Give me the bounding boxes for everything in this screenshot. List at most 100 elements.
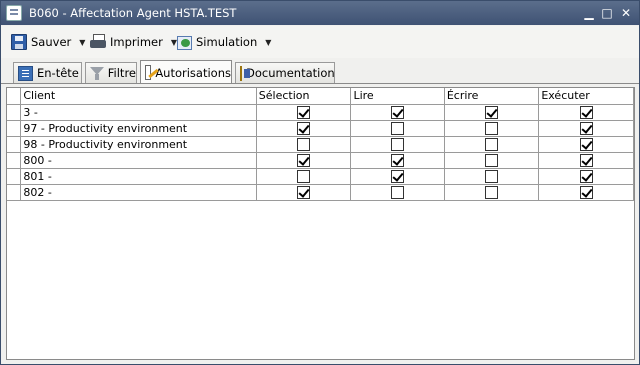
title-bar: B060 - Affectation Agent HSTA.TEST ▁ □ ✕ <box>1 1 639 25</box>
executer-checkbox[interactable] <box>579 185 593 199</box>
selection-cell <box>255 151 352 169</box>
table-row[interactable]: 3 - <box>7 103 634 121</box>
selection-cell <box>255 103 352 121</box>
lire-checkbox[interactable] <box>391 169 405 183</box>
row-header[interactable] <box>7 103 22 121</box>
minimize-button[interactable]: ▁ <box>582 6 596 20</box>
ecrire-cell <box>443 183 540 201</box>
row-header[interactable] <box>7 167 22 185</box>
row-header[interactable] <box>7 135 22 153</box>
client-cell[interactable]: 98 - Productivity environment <box>20 135 257 153</box>
print-button[interactable]: Imprimer ▼ <box>90 32 177 52</box>
ecrire-cell <box>443 151 540 169</box>
column-header-ecrire[interactable]: Écrire <box>443 88 540 105</box>
simulation-button[interactable]: Simulation ▼ <box>176 32 271 52</box>
lire-checkbox[interactable] <box>391 121 405 135</box>
row-header[interactable] <box>7 151 22 169</box>
table-row[interactable]: 801 - <box>7 167 634 185</box>
selection-checkbox[interactable] <box>297 169 311 183</box>
simulation-label: Simulation <box>196 35 258 49</box>
lire-cell <box>350 103 445 121</box>
table-row[interactable]: 802 - <box>7 183 634 201</box>
executer-checkbox[interactable] <box>579 169 593 183</box>
lire-checkbox[interactable] <box>391 153 405 167</box>
selection-checkbox[interactable] <box>297 121 311 135</box>
lire-cell <box>350 135 445 153</box>
app-icon <box>6 5 22 21</box>
executer-checkbox[interactable] <box>579 153 593 167</box>
floppy-disk-icon <box>11 34 27 50</box>
executer-cell <box>538 167 634 185</box>
tab-en-tete[interactable]: En-tête <box>13 62 82 83</box>
executer-cell <box>538 119 634 137</box>
ecrire-cell <box>443 103 540 121</box>
row-header[interactable] <box>7 119 22 137</box>
documentation-book-icon <box>240 65 250 81</box>
ecrire-cell <box>443 167 540 185</box>
ecrire-checkbox[interactable] <box>485 137 499 151</box>
funnel-filter-icon <box>90 66 104 81</box>
corner-cell <box>7 88 22 105</box>
grid-header-row: Client Sélection Lire Écrire Exécuter <box>7 88 634 105</box>
selection-cell <box>255 135 352 153</box>
ecrire-checkbox[interactable] <box>485 169 499 183</box>
column-header-executer[interactable]: Exécuter <box>538 88 634 105</box>
selection-checkbox[interactable] <box>297 137 311 151</box>
save-label: Sauver <box>31 35 72 49</box>
executer-cell <box>538 183 634 201</box>
ecrire-cell <box>443 119 540 137</box>
selection-checkbox[interactable] <box>297 185 311 199</box>
save-dropdown-arrow-icon[interactable]: ▼ <box>79 38 85 47</box>
client-cell[interactable]: 3 - <box>20 103 257 121</box>
table-row[interactable]: 97 - Productivity environment <box>7 119 634 137</box>
tab-autorisations[interactable]: Autorisations <box>140 60 232 84</box>
authorization-grid: Client Sélection Lire Écrire Exécuter 3 … <box>6 87 635 360</box>
main-window: B060 - Affectation Agent HSTA.TEST ▁ □ ✕… <box>0 0 640 365</box>
lire-cell <box>350 183 445 201</box>
row-header[interactable] <box>7 183 22 201</box>
window-title: B060 - Affectation Agent HSTA.TEST <box>29 6 237 20</box>
selection-cell <box>255 183 352 201</box>
ecrire-cell <box>443 135 540 153</box>
executer-checkbox[interactable] <box>579 121 593 135</box>
table-row[interactable]: 800 - <box>7 151 634 169</box>
executer-cell <box>538 135 634 153</box>
ecrire-checkbox[interactable] <box>485 185 499 199</box>
selection-checkbox[interactable] <box>297 153 311 167</box>
lire-cell <box>350 151 445 169</box>
lire-checkbox[interactable] <box>391 105 405 119</box>
close-button[interactable]: ✕ <box>619 6 633 20</box>
column-header-client[interactable]: Client <box>20 88 257 105</box>
header-icon <box>18 65 33 81</box>
ecrire-checkbox[interactable] <box>485 105 499 119</box>
client-cell[interactable]: 800 - <box>20 151 257 169</box>
executer-checkbox[interactable] <box>579 105 593 119</box>
executer-cell <box>538 103 634 121</box>
printer-icon <box>90 34 106 50</box>
selection-checkbox[interactable] <box>297 105 311 119</box>
save-button[interactable]: Sauver ▼ <box>11 32 85 52</box>
ecrire-checkbox[interactable] <box>485 153 499 167</box>
tab-filtre[interactable]: Filtre <box>85 62 137 83</box>
client-cell[interactable]: 802 - <box>20 183 257 201</box>
client-cell[interactable]: 97 - Productivity environment <box>20 119 257 137</box>
client-cell[interactable]: 801 - <box>20 167 257 185</box>
tab-label: En-tête <box>37 66 79 80</box>
toolbar: Sauver ▼ Imprimer ▼ Simulation ▼ <box>1 26 639 58</box>
tab-divider <box>1 83 639 84</box>
maximize-button[interactable]: □ <box>600 6 614 20</box>
column-header-lire[interactable]: Lire <box>350 88 445 105</box>
selection-cell <box>255 119 352 137</box>
column-header-selection[interactable]: Sélection <box>255 88 352 105</box>
executer-checkbox[interactable] <box>579 137 593 151</box>
tab-strip: En-tête Filtre Autorisations Documentati… <box>1 58 639 84</box>
simulation-dropdown-arrow-icon[interactable]: ▼ <box>265 38 271 47</box>
tab-documentation[interactable]: Documentation <box>235 62 335 83</box>
tab-label: Autorisations <box>155 65 231 80</box>
ecrire-checkbox[interactable] <box>485 121 499 135</box>
lire-checkbox[interactable] <box>391 185 405 199</box>
grid-table: Client Sélection Lire Écrire Exécuter 3 … <box>7 88 634 201</box>
lire-checkbox[interactable] <box>391 137 405 151</box>
table-row[interactable]: 98 - Productivity environment <box>7 135 634 153</box>
executer-cell <box>538 151 634 169</box>
